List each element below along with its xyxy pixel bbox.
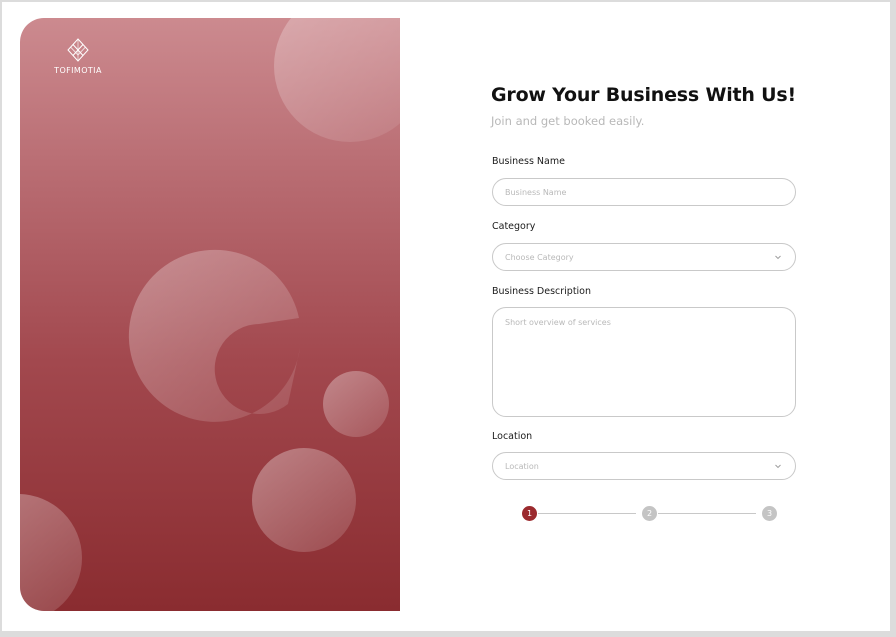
hero-panel: TOFIMOTIA [20,18,400,611]
business-name-label: Business Name [492,156,565,167]
stepper-connector [658,513,756,514]
progress-stepper: 1 2 3 [518,505,778,523]
location-select-value: Location [505,461,539,471]
business-description-textarea[interactable] [492,307,796,417]
page-title: Grow Your Business With Us! [491,84,796,106]
location-label: Location [492,431,533,442]
step-3[interactable]: 3 [762,506,777,521]
deco-circle-top [274,18,400,142]
business-description-label: Business Description [492,286,592,297]
brand-name: TOFIMOTIA [54,66,102,75]
category-select-value: Choose Category [505,252,574,262]
page-subtitle: Join and get booked easily. [491,114,645,128]
stepper-connector [538,513,636,514]
deco-circle-mid [252,448,356,552]
step-1[interactable]: 1 [522,506,537,521]
category-select[interactable]: Choose Category [492,243,796,271]
chevron-down-icon [775,255,781,260]
diamond-lattice-icon [67,38,89,62]
deco-circle-small [323,371,389,437]
hero-decoration [20,18,400,611]
location-select[interactable]: Location [492,452,796,480]
brand-logo: TOFIMOTIA [51,38,105,75]
deco-c-shape [128,249,300,422]
signup-form: Grow Your Business With Us! Join and get… [491,84,797,128]
category-label: Category [492,221,536,232]
business-name-input[interactable] [492,178,796,206]
chevron-down-icon [775,464,781,469]
step-2[interactable]: 2 [642,506,657,521]
deco-circle-bottom-left [20,494,82,611]
